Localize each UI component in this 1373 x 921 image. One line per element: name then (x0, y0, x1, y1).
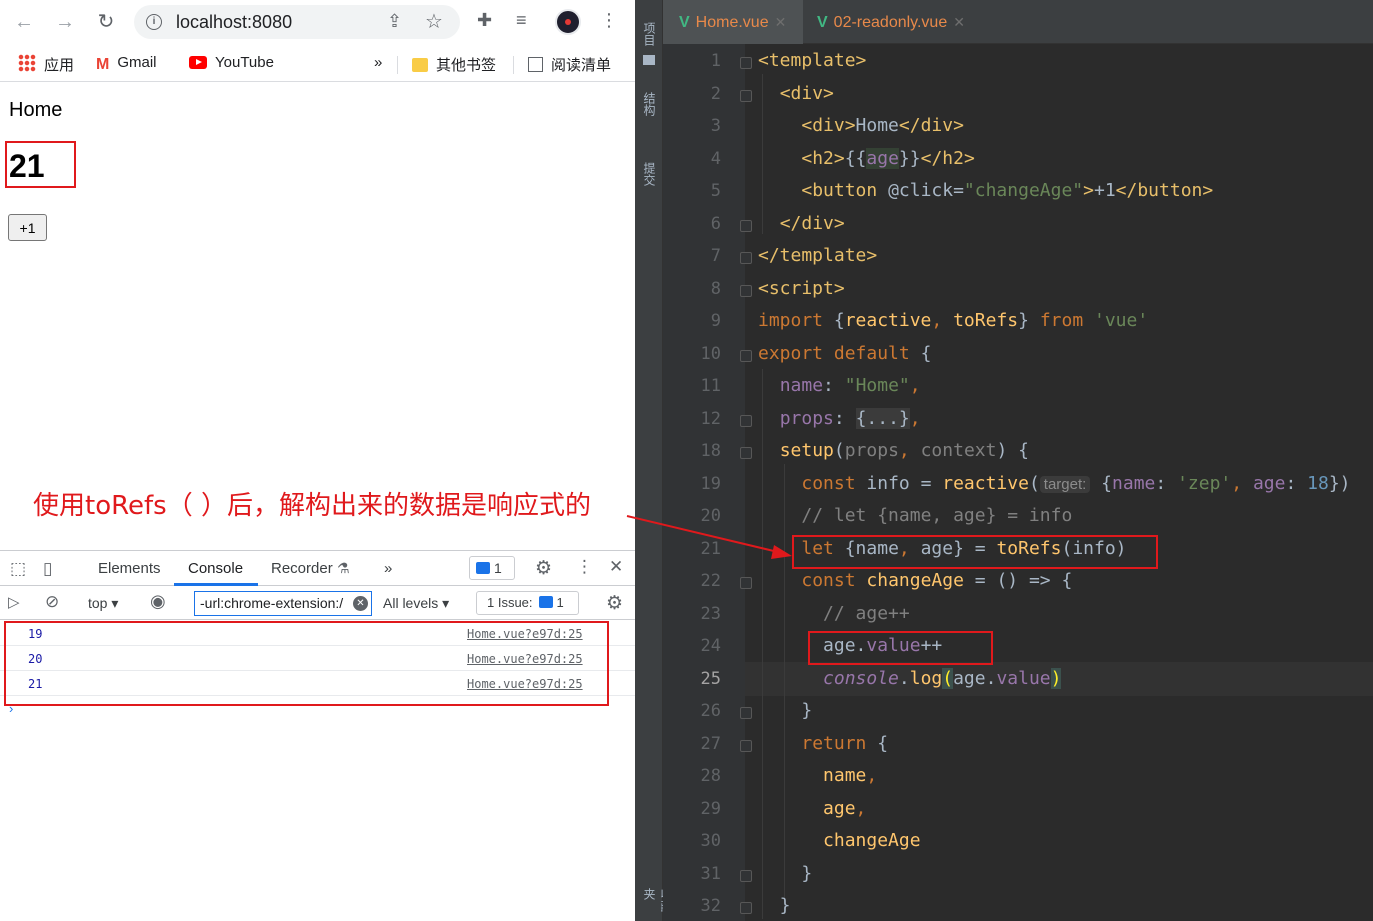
annotation-arrow (626, 515, 792, 559)
